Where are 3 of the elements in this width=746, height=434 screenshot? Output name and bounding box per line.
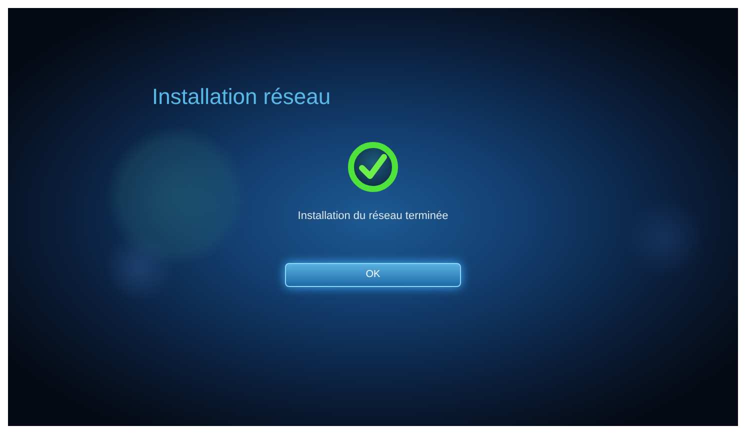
ok-button[interactable]: OK (285, 262, 461, 286)
status-message: Installation du réseau terminée (298, 209, 448, 224)
screen-title: Installation réseau (152, 86, 332, 108)
